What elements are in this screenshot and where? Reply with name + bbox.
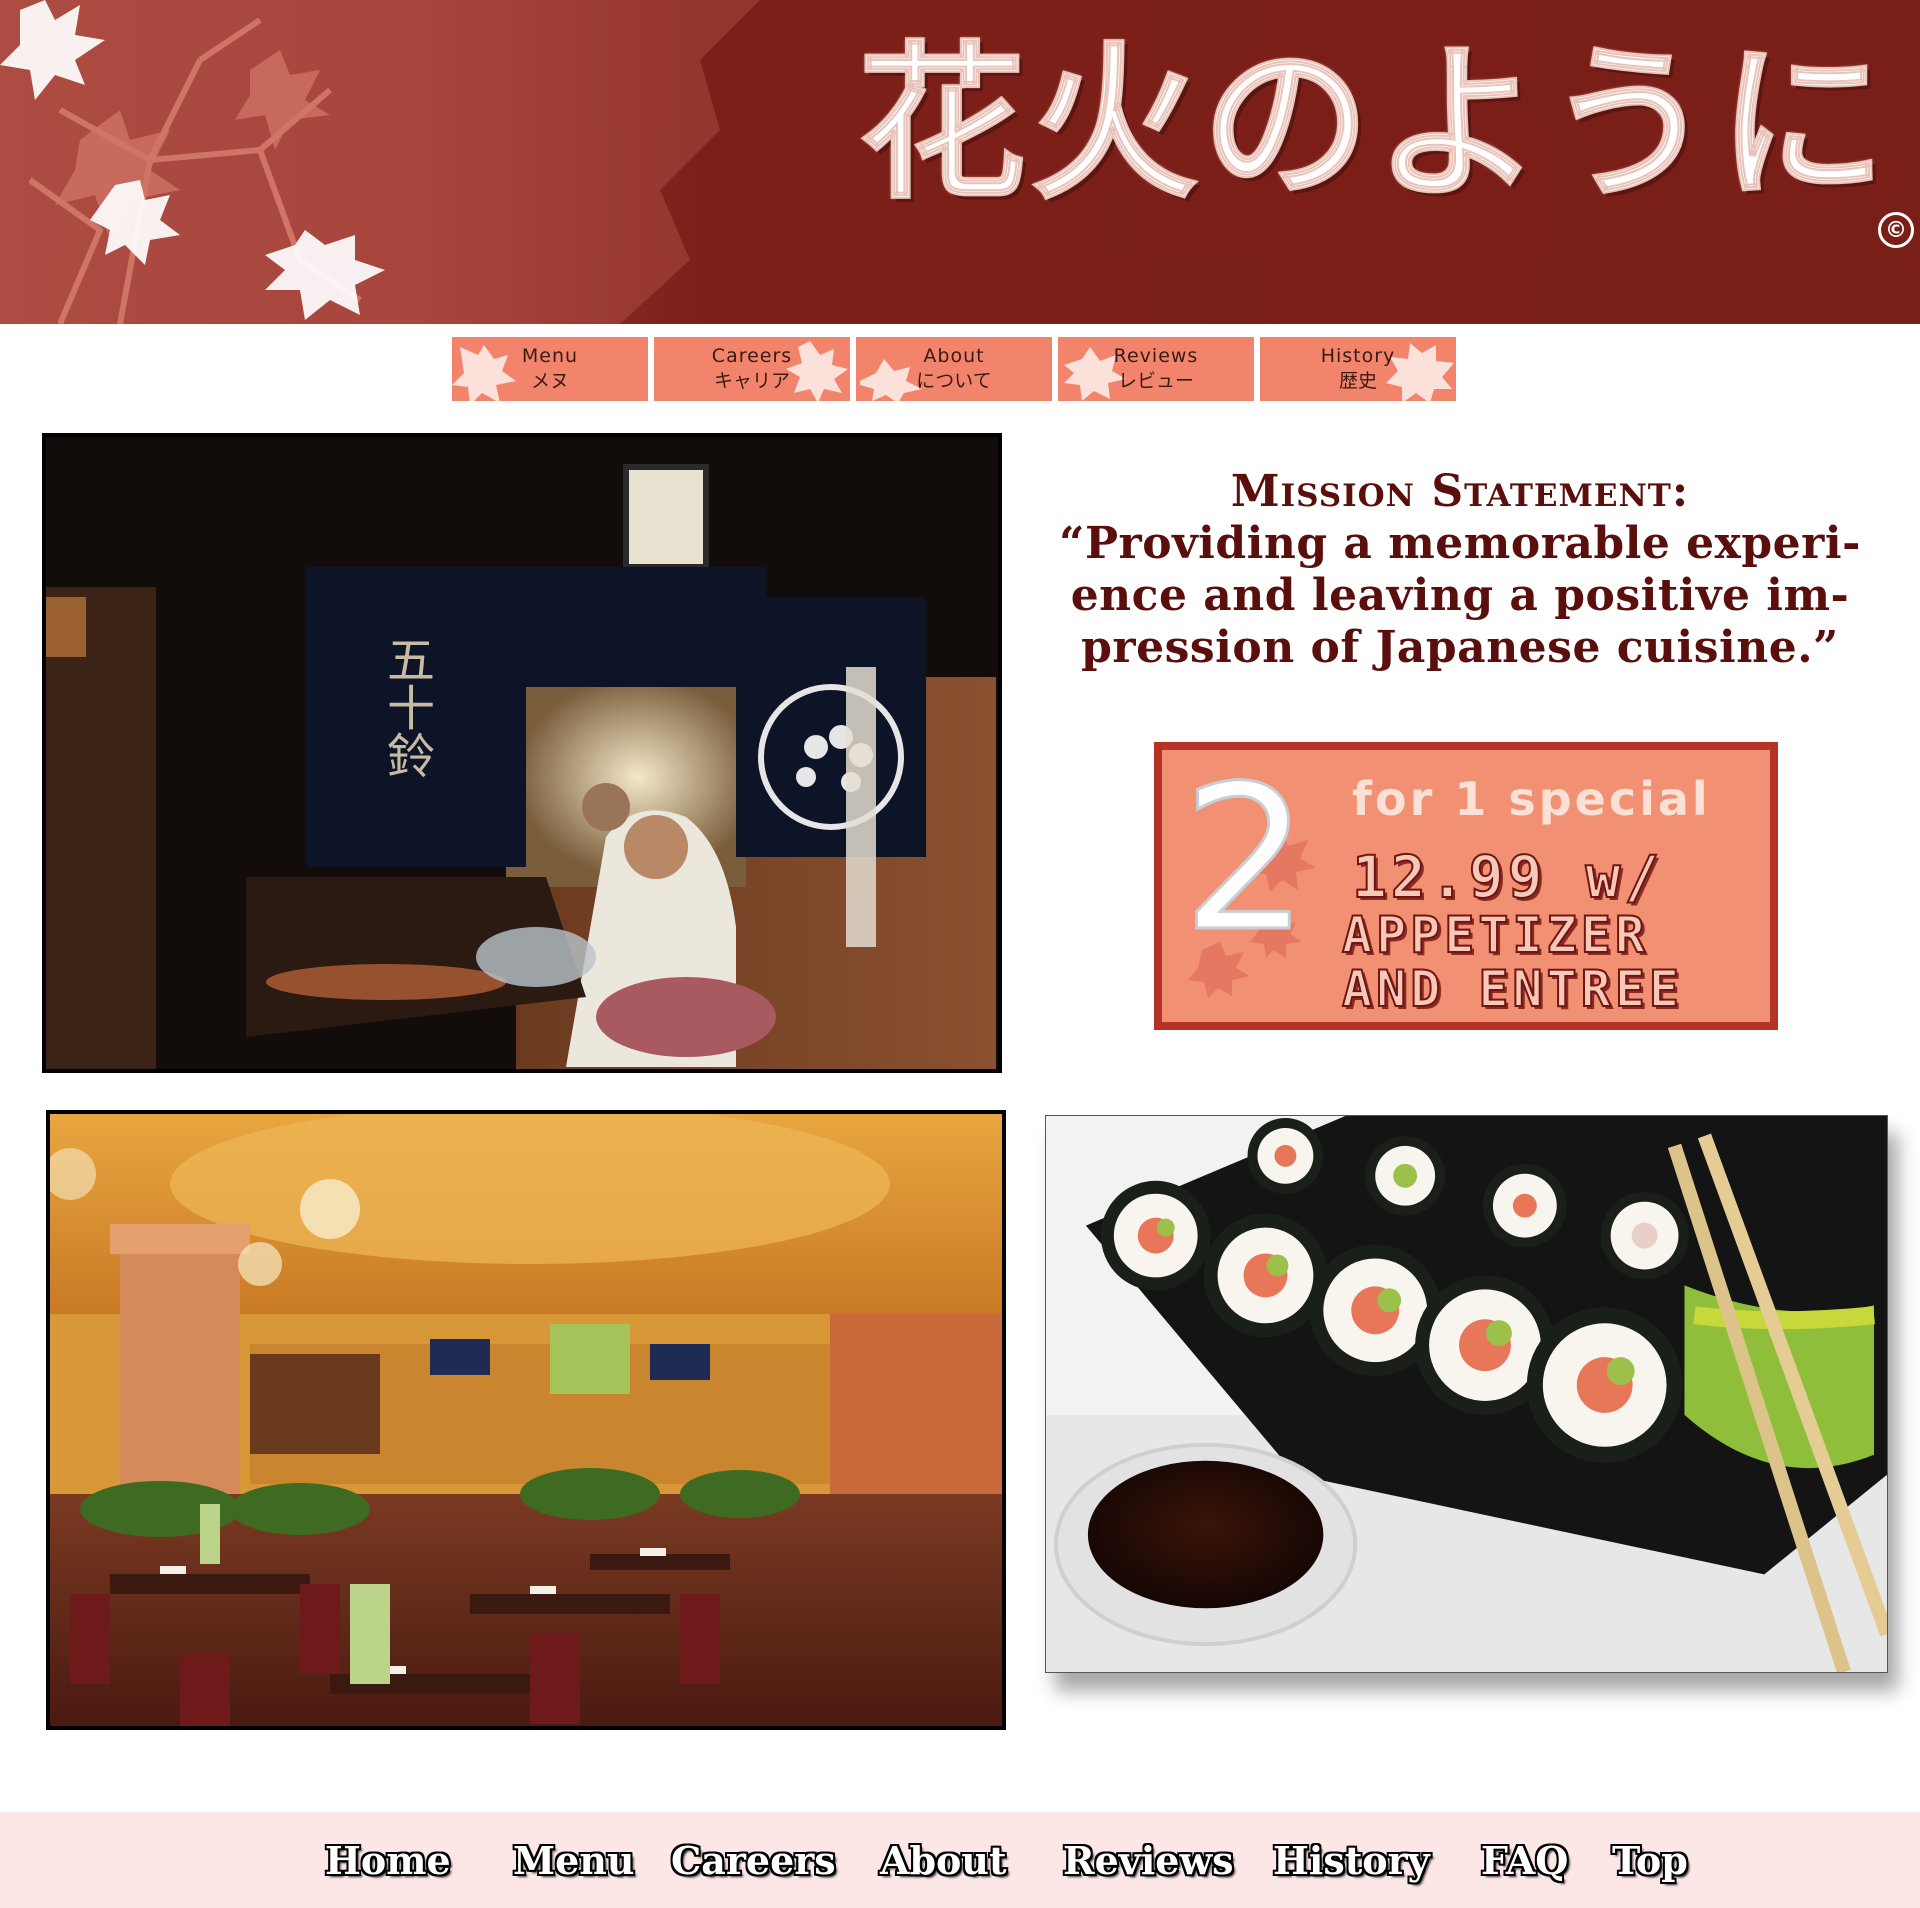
sushi-rolls-photo [1045, 1115, 1888, 1673]
tab-label-japanese: メヌ [530, 370, 569, 392]
maple-foliage-decoration [0, 0, 760, 324]
tab-label: Reviews [1113, 345, 1199, 368]
top-navigation: Menu メヌ Careers キャリア About について Reviews … [452, 337, 1456, 401]
footer-link-careers[interactable]: Careers [671, 1838, 836, 1883]
special-price: 12.99 w/ [1351, 843, 1664, 911]
footer-link-reviews[interactable]: Reviews [1063, 1838, 1234, 1883]
footer-link-history[interactable]: History [1273, 1838, 1430, 1883]
tab-history[interactable]: History 歴史 [1260, 337, 1456, 401]
brand-title: 花火のように [857, 26, 1890, 222]
footer-link-home[interactable]: Home [325, 1838, 451, 1883]
footer-navigation: Home Menu Careers About Reviews History … [0, 1812, 1920, 1908]
tab-label-japanese: レビュー [1117, 370, 1194, 392]
special-detail-line: APPETIZER [1341, 906, 1649, 964]
mission-quote-line: pression of Japanese cuisine.” [1081, 622, 1839, 674]
tab-label: History [1320, 345, 1396, 368]
mission-quote-line: ence and leaving a positive im- [1070, 570, 1850, 622]
maple-leaf-icon [452, 345, 516, 401]
footer-link-menu[interactable]: Menu [513, 1838, 635, 1883]
special-offer-banner[interactable]: 2 for 1 special 12.99 w/ APPETIZER AND E… [1154, 742, 1778, 1030]
footer-link-top[interactable]: Top [1612, 1838, 1688, 1883]
mission-quote: “Providing a memorable experi- ence and … [1040, 518, 1880, 674]
special-detail-line: AND ENTREE [1341, 960, 1684, 1018]
header-banner: 花火のように © [0, 0, 1920, 324]
tab-label: Menu [521, 345, 579, 368]
dining-room-photo [46, 1110, 1006, 1730]
tab-label-japanese: 歴史 [1338, 370, 1377, 392]
mission-statement: Mission Statement: “Providing a memorabl… [1040, 466, 1880, 674]
footer-link-about[interactable]: About [880, 1838, 1007, 1883]
mission-quote-line: “Providing a memorable experi- [1059, 518, 1861, 570]
tab-menu[interactable]: Menu メヌ [452, 337, 648, 401]
tab-about[interactable]: About について [856, 337, 1052, 401]
special-heading: for 1 special [1352, 772, 1711, 826]
tab-reviews[interactable]: Reviews レビュー [1058, 337, 1254, 401]
shop-sign-text: 五十鈴 [378, 635, 434, 779]
special-number: 2 [1180, 743, 1310, 976]
copyright-icon: © [1878, 212, 1914, 248]
tab-label-japanese: キャリア [713, 370, 790, 392]
tab-label: About [923, 345, 985, 368]
footer-link-faq[interactable]: FAQ [1481, 1838, 1568, 1883]
tab-careers[interactable]: Careers キャリア [654, 337, 850, 401]
yakitori-bar-photo: 五十鈴 [42, 433, 1002, 1073]
mission-title: Mission Statement: [1230, 466, 1690, 517]
tab-label-japanese: について [916, 370, 992, 392]
tab-label: Careers [711, 345, 793, 368]
